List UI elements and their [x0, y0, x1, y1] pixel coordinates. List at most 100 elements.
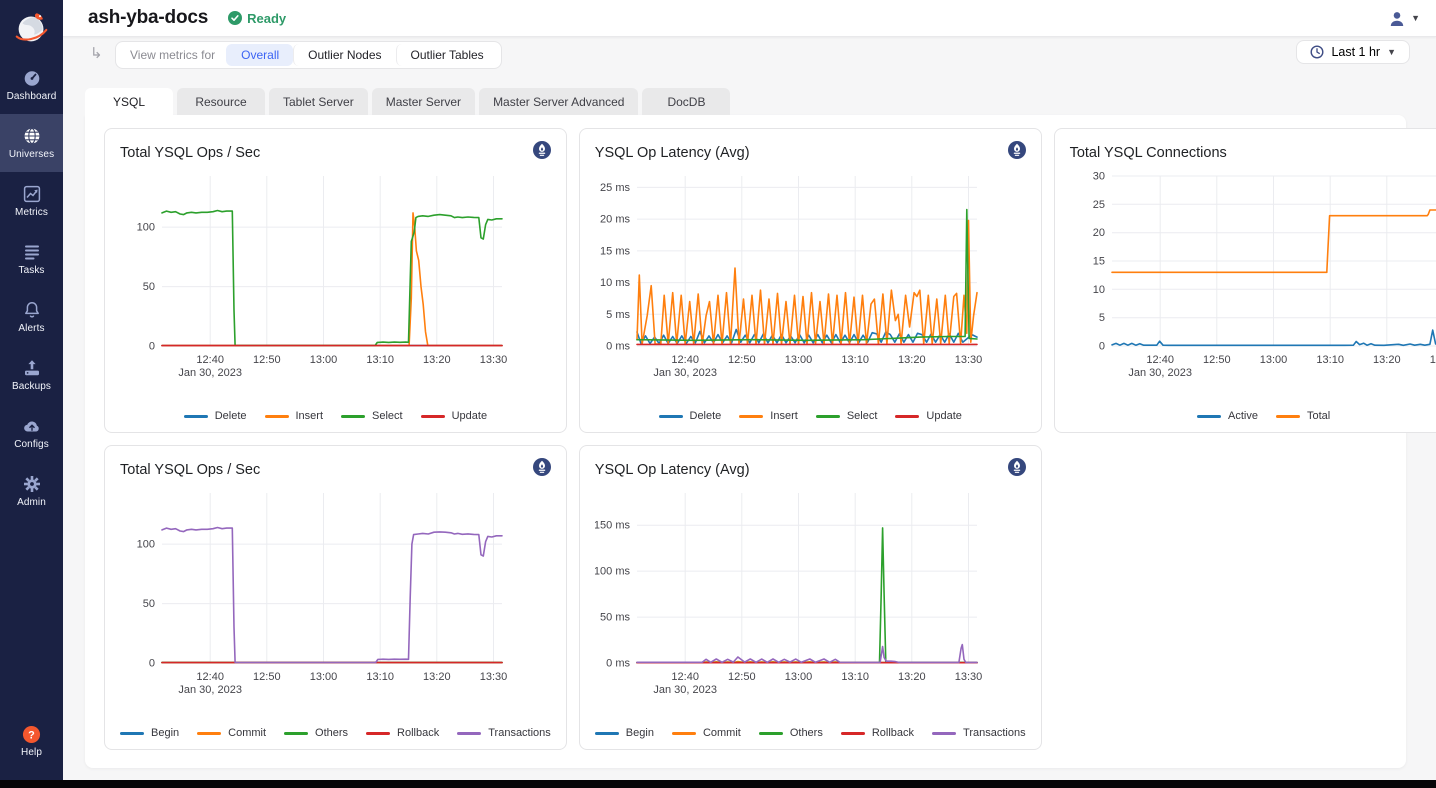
yugabyte-logo[interactable]: [0, 0, 63, 56]
legend-label: Begin: [626, 727, 654, 739]
legend-item-begin[interactable]: Begin: [595, 727, 654, 739]
legend-label: Update: [926, 410, 961, 422]
scope-tab-overall[interactable]: Overall: [226, 44, 293, 66]
svg-text:13:10: 13:10: [1316, 354, 1344, 366]
time-range-label: Last 1 hr: [1331, 45, 1380, 59]
legend-swatch: [341, 415, 365, 418]
legend-item-insert[interactable]: Insert: [265, 410, 324, 422]
chart-legend: Begin Commit Others Rollback Transactions: [120, 727, 551, 739]
svg-text:13:30: 13:30: [480, 671, 508, 683]
gear-icon: [22, 474, 42, 494]
svg-text:100: 100: [137, 222, 155, 234]
chart-plot[interactable]: 05010012:40Jan 30, 202312:5013:0013:1013…: [120, 485, 508, 703]
legend-item-total[interactable]: Total: [1276, 410, 1330, 422]
gauge-icon: [22, 68, 42, 88]
sidebar-item-tasks[interactable]: Tasks: [0, 230, 63, 288]
prometheus-icon[interactable]: [533, 141, 551, 164]
svg-text:100 ms: 100 ms: [595, 566, 630, 578]
legend-item-select[interactable]: Select: [341, 410, 403, 422]
sidebar-item-dashboard[interactable]: Dashboard: [0, 56, 63, 114]
legend-label: Insert: [296, 410, 324, 422]
sidebar-item-alerts[interactable]: Alerts: [0, 288, 63, 346]
svg-text:10 ms: 10 ms: [600, 277, 630, 289]
sidebar-item-universes[interactable]: Universes: [0, 114, 63, 172]
chart-plot[interactable]: 05101520253012:40Jan 30, 202312:5013:001…: [1070, 168, 1436, 386]
legend-item-insert[interactable]: Insert: [739, 410, 798, 422]
legend-item-update[interactable]: Update: [895, 410, 961, 422]
chart-title: Total YSQL Ops / Sec: [120, 145, 260, 161]
legend-swatch: [739, 415, 763, 418]
bell-icon: [22, 300, 42, 320]
chart-plot-host: 05010012:40Jan 30, 202312:5013:0013:1013…: [120, 485, 551, 708]
chart-plot[interactable]: 05010012:40Jan 30, 202312:5013:0013:1013…: [120, 168, 508, 386]
sidebar-item-backups[interactable]: Backups: [0, 346, 63, 404]
sidebar-nav: Dashboard Universes Metrics Tasks Alerts…: [0, 56, 63, 520]
user-menu[interactable]: ▼: [1388, 10, 1420, 27]
prometheus-icon[interactable]: [533, 458, 551, 481]
prometheus-icon[interactable]: [1008, 141, 1026, 164]
legend-item-others[interactable]: Others: [284, 727, 348, 739]
legend-label: Rollback: [872, 727, 914, 739]
legend-item-rollback[interactable]: Rollback: [841, 727, 914, 739]
legend-item-transactions[interactable]: Transactions: [457, 727, 551, 739]
chart-plot-host: 05010012:40Jan 30, 202312:5013:0013:1013…: [120, 168, 551, 391]
svg-text:10: 10: [1092, 284, 1104, 296]
legend-swatch: [816, 415, 840, 418]
sidebar-item-metrics[interactable]: Metrics: [0, 172, 63, 230]
prometheus-icon[interactable]: [1008, 458, 1026, 481]
svg-text:13:10: 13:10: [841, 354, 869, 366]
line-chart-icon: [22, 184, 42, 204]
tab-docdb[interactable]: DocDB: [642, 88, 730, 115]
chart-plot[interactable]: 0 ms50 ms100 ms150 ms12:40Jan 30, 202312…: [595, 485, 983, 703]
legend-item-commit[interactable]: Commit: [197, 727, 266, 739]
legend-item-delete[interactable]: Delete: [659, 410, 722, 422]
chart-card-total-ysql-ops: Total YSQL Ops / Sec 05010012:40Jan 30, …: [104, 128, 567, 433]
tab-ysql[interactable]: YSQL: [85, 88, 173, 115]
sidebar-item-admin[interactable]: Admin: [0, 462, 63, 520]
chart-plot-host: 0 ms5 ms10 ms15 ms20 ms25 ms12:40Jan 30,…: [595, 168, 1026, 391]
legend-swatch: [895, 415, 919, 418]
scope-tab-outlier-tables[interactable]: Outlier Tables: [396, 44, 498, 66]
legend-label: Begin: [151, 727, 179, 739]
view-metrics-label: View metrics for: [119, 48, 226, 62]
legend-swatch: [841, 732, 865, 735]
legend-item-update[interactable]: Update: [421, 410, 487, 422]
sidebar-item-label: Admin: [17, 497, 46, 508]
sidebar-item-help[interactable]: ? Help: [0, 712, 63, 770]
svg-text:13:20: 13:20: [1373, 354, 1401, 366]
top-header: ash-yba-docs Ready ▼: [63, 0, 1436, 37]
legend-item-others[interactable]: Others: [759, 727, 823, 739]
tab-master-server-advanced[interactable]: Master Server Advanced: [479, 88, 638, 115]
legend-item-transactions[interactable]: Transactions: [932, 727, 1026, 739]
tab-tablet-server[interactable]: Tablet Server: [269, 88, 368, 115]
svg-text:15: 15: [1092, 256, 1104, 268]
svg-text:Jan 30, 2023: Jan 30, 2023: [1128, 367, 1192, 379]
chart-plot[interactable]: 0 ms5 ms10 ms15 ms20 ms25 ms12:40Jan 30,…: [595, 168, 983, 386]
legend-label: Select: [847, 410, 878, 422]
sidebar-item-label: Help: [21, 747, 42, 758]
svg-text:Jan 30, 2023: Jan 30, 2023: [178, 684, 242, 696]
sidebar-item-label: Tasks: [18, 265, 44, 276]
svg-text:0: 0: [149, 341, 155, 353]
chart-legend: Active Total: [1070, 410, 1436, 422]
legend-item-rollback[interactable]: Rollback: [366, 727, 439, 739]
clock-icon: [1310, 45, 1324, 59]
chart-title: Total YSQL Connections: [1070, 145, 1227, 161]
legend-item-select[interactable]: Select: [816, 410, 878, 422]
scope-tab-outlier-nodes[interactable]: Outlier Nodes: [293, 44, 395, 66]
svg-text:25: 25: [1092, 199, 1104, 211]
legend-swatch: [421, 415, 445, 418]
tab-resource[interactable]: Resource: [177, 88, 265, 115]
tab-master-server[interactable]: Master Server: [372, 88, 475, 115]
legend-item-begin[interactable]: Begin: [120, 727, 179, 739]
bottom-bar: [0, 780, 1436, 788]
svg-text:13:10: 13:10: [841, 671, 869, 683]
time-range-button[interactable]: Last 1 hr ▼: [1296, 40, 1410, 64]
legend-item-commit[interactable]: Commit: [672, 727, 741, 739]
metrics-toolbar: ↳ View metrics for OverallOutlier NodesO…: [63, 37, 1436, 88]
svg-text:20: 20: [1092, 227, 1104, 239]
legend-item-delete[interactable]: Delete: [184, 410, 247, 422]
legend-item-active[interactable]: Active: [1197, 410, 1258, 422]
sidebar-item-configs[interactable]: Configs: [0, 404, 63, 462]
legend-label: Rollback: [397, 727, 439, 739]
